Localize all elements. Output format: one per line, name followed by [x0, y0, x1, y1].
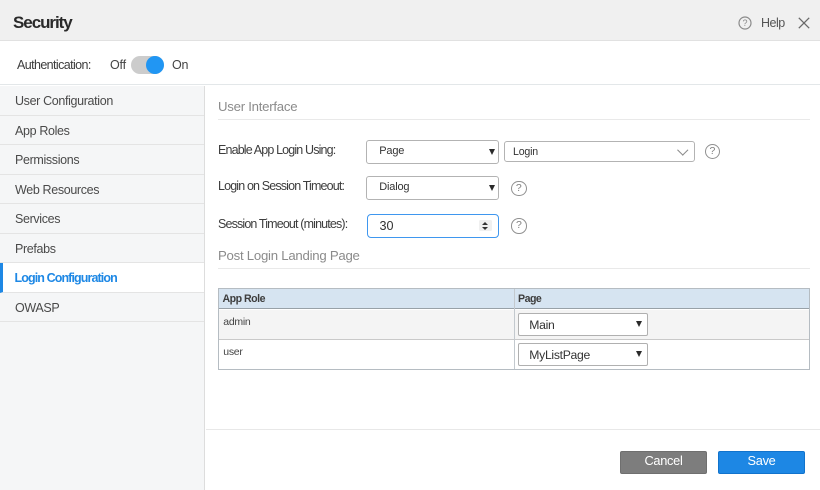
- svg-text:?: ?: [742, 18, 747, 28]
